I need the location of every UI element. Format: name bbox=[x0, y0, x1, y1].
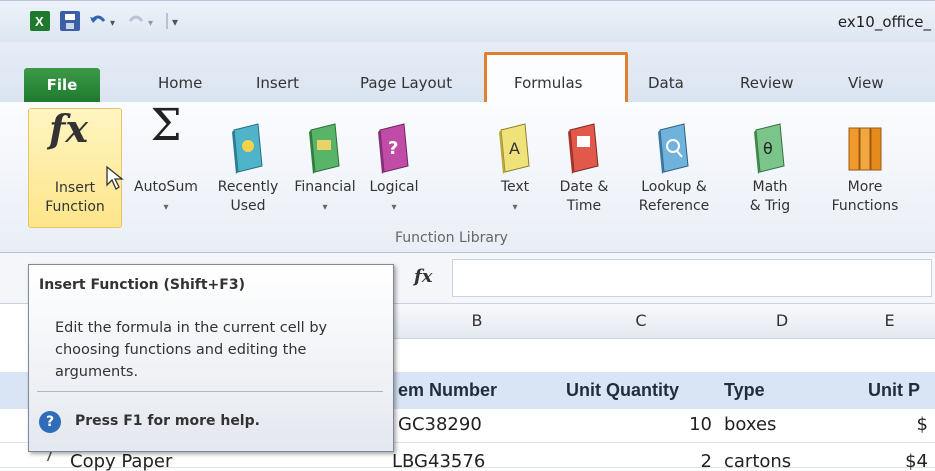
svg-text:X: X bbox=[35, 14, 44, 29]
tooltip-divider bbox=[37, 391, 383, 392]
header-cell-type[interactable]: Type bbox=[724, 372, 842, 408]
ribbon-function-library: fx Insert Function Σ AutoSum ▾ Recently … bbox=[0, 102, 935, 253]
insert-function-button[interactable]: fx Insert Function bbox=[28, 106, 124, 228]
autosum-label: AutoSum bbox=[134, 179, 198, 195]
tab-file[interactable]: File bbox=[24, 68, 100, 102]
tab-review[interactable]: Review bbox=[740, 74, 794, 92]
help-icon: ? bbox=[39, 411, 61, 433]
insert-function-label: Insert Function bbox=[45, 180, 105, 215]
book-theta-icon: θ bbox=[754, 123, 785, 174]
header-cell-unit-quantity[interactable]: Unit Quantity bbox=[566, 372, 716, 408]
lookup-reference-label: Lookup & Reference bbox=[638, 179, 710, 214]
cell-item-number[interactable]: LBG43576 bbox=[392, 446, 552, 471]
chevron-down-icon: ▾ bbox=[322, 202, 328, 213]
books-icon bbox=[848, 127, 882, 171]
header-cell-item-number[interactable]: em Number bbox=[398, 372, 562, 408]
tooltip-help-text: Press F1 for more help. bbox=[75, 413, 260, 429]
customize-qat-icon[interactable]: ▾ bbox=[164, 11, 184, 31]
more-functions-label: More Functions bbox=[831, 179, 899, 214]
tab-formulas[interactable]: Formulas bbox=[514, 74, 582, 92]
svg-text:A: A bbox=[509, 139, 520, 158]
redo-icon[interactable]: ▾ bbox=[126, 11, 153, 31]
book-star-icon bbox=[232, 123, 263, 174]
cell-type[interactable]: boxes bbox=[724, 408, 842, 442]
book-calendar-icon bbox=[568, 123, 599, 174]
svg-text:▾: ▾ bbox=[172, 15, 178, 29]
svg-text:θ: θ bbox=[763, 139, 773, 158]
tab-data[interactable]: Data bbox=[648, 74, 684, 92]
svg-text:▾: ▾ bbox=[110, 18, 115, 29]
cell-unit-quantity[interactable]: 10 bbox=[566, 408, 712, 442]
tooltip-body: Edit the formula in the current cell by … bbox=[55, 320, 328, 380]
chevron-down-icon: ▾ bbox=[512, 202, 518, 213]
svg-text:?: ? bbox=[388, 138, 398, 159]
tab-page-layout[interactable]: Page Layout bbox=[360, 74, 452, 92]
recently-used-label: Recently Used bbox=[217, 179, 279, 214]
insert-function-tooltip: Insert Function (Shift+F3) Edit the form… bbox=[28, 264, 394, 452]
title-bar: X ▾ ▾ ▾ ex10_office_ bbox=[0, 0, 935, 43]
tab-view[interactable]: View bbox=[848, 74, 884, 92]
cell-unit-price[interactable]: $4 bbox=[848, 446, 928, 471]
group-label-function-library: Function Library bbox=[395, 230, 508, 246]
cell-item-number[interactable]: GC38290 bbox=[398, 408, 558, 442]
financial-label: Financial bbox=[294, 179, 356, 195]
tooltip-title: Insert Function (Shift+F3) bbox=[39, 277, 245, 293]
formula-input[interactable] bbox=[452, 259, 932, 297]
book-a-icon: A bbox=[499, 123, 530, 174]
sigma-icon: Σ bbox=[150, 100, 182, 151]
text-label: Text bbox=[500, 179, 530, 195]
logical-label: Logical bbox=[369, 179, 419, 195]
undo-icon[interactable]: ▾ bbox=[88, 11, 115, 31]
cell-unit-price[interactable]: $ bbox=[848, 408, 928, 442]
date-time-label: Date & Time bbox=[559, 179, 609, 214]
svg-text:▾: ▾ bbox=[148, 18, 153, 29]
header-cell-unit-price[interactable]: Unit P bbox=[868, 372, 935, 408]
excel-icon: X bbox=[30, 11, 50, 31]
book-question-icon: ? bbox=[378, 123, 409, 174]
column-header-c[interactable]: C bbox=[562, 304, 721, 339]
column-header-b[interactable]: B bbox=[392, 304, 563, 339]
save-icon[interactable] bbox=[60, 11, 80, 31]
window-title: ex10_office_ bbox=[837, 13, 931, 31]
insert-function-fx-icon[interactable]: fx bbox=[414, 266, 432, 287]
book-money-icon bbox=[309, 123, 340, 174]
chevron-down-icon: ▾ bbox=[163, 202, 169, 213]
tab-home[interactable]: Home bbox=[158, 74, 202, 92]
math-trig-label: Math & Trig bbox=[749, 179, 791, 214]
chevron-down-icon: ▾ bbox=[391, 202, 397, 213]
cell-unit-quantity[interactable]: 2 bbox=[566, 446, 712, 471]
tab-insert[interactable]: Insert bbox=[256, 74, 299, 92]
book-magnifier-icon bbox=[658, 123, 689, 174]
ribbon-tabs: File Home Insert Page Layout Formulas Da… bbox=[0, 42, 935, 112]
column-header-d[interactable]: D bbox=[720, 304, 845, 339]
cell-type[interactable]: cartons bbox=[724, 446, 842, 471]
column-header-e[interactable]: E bbox=[844, 304, 935, 339]
fx-icon: fx bbox=[49, 106, 89, 151]
